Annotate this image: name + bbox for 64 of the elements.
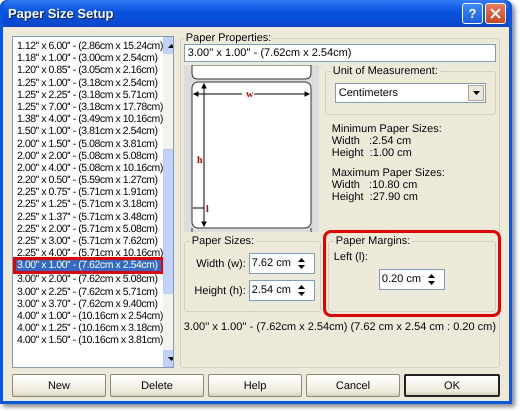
info-line: Height :1.00 cm: [332, 147, 413, 159]
up-arrow-icon: [428, 274, 435, 278]
summary-text: 3.00'' x 1.00'' - (7.62cm x 2.54cm) (7.62 cm x 2.54 cm : 0.20 cm): [184, 320, 496, 333]
up-arrow-icon: [298, 285, 305, 289]
number-field[interactable]: 2.54 cm: [248, 280, 315, 301]
list-item[interactable]: 1.25'' x 1.00'' - (3.18cm x 2.54cm): [16, 76, 163, 89]
info-line: Width :10.80 cm: [332, 179, 418, 191]
list-item[interactable]: 2.25'' x 2.00'' - (5.71cm x 5.08cm): [16, 222, 163, 235]
field-label: Height (h):: [194, 284, 246, 296]
group-title: Paper Sizes:: [190, 235, 256, 247]
dialog-button[interactable]: New: [12, 374, 106, 397]
label-preview-drawing: w h l: [184, 65, 319, 232]
group-title: Paper Margins:: [334, 235, 412, 247]
group-title: Unit of Measurement:: [332, 65, 439, 77]
list-item[interactable]: 1.50'' x 1.00'' - (3.81cm x 2.54cm): [16, 125, 163, 138]
close-button[interactable]: [485, 3, 506, 24]
list-item[interactable]: 2.25'' x 1.37'' - (5.71cm x 3.48cm): [16, 210, 163, 223]
close-icon: [490, 8, 501, 19]
list-item[interactable]: 1.25'' x 7.00'' - (3.18cm x 17.78cm): [16, 100, 163, 114]
list-item[interactable]: 1.18'' x 1.00'' - (3.00cm x 2.54cm): [16, 52, 163, 64]
dialog-button[interactable]: Cancel: [306, 374, 400, 397]
up-arrow-icon: [298, 258, 305, 262]
info-line: Width :2.54 cm: [332, 135, 412, 147]
list-item[interactable]: 3.00'' x 1.00'' - (7.62cm x 2.54cm): [16, 260, 161, 272]
list-item[interactable]: 3.00'' x 2.25'' - (7.62cm x 5.71cm): [16, 286, 163, 298]
up-arrow-icon: [168, 44, 173, 48]
dialog-button[interactable]: OK: [404, 374, 500, 397]
field-label: Left (l):: [334, 251, 369, 263]
down-arrow-icon: [168, 356, 173, 360]
list-item[interactable]: 1.20'' x 0.85'' - (3.05cm x 2.16cm): [16, 64, 163, 77]
list-item[interactable]: 2.00'' x 2.00'' - (5.08cm x 5.08cm): [16, 150, 163, 162]
number-field[interactable]: 0.20 cm: [378, 269, 445, 290]
window-title: Paper Size Setup: [8, 6, 114, 21]
list-item[interactable]: 1.25'' x 2.25'' - (3.18cm x 5.71cm): [16, 88, 163, 101]
info-title: Maximum Paper Sizes:: [332, 167, 446, 179]
group-title: Paper Properties:: [184, 32, 272, 44]
dialog-button[interactable]: Delete: [110, 374, 204, 397]
number-field[interactable]: 7.62 cm: [248, 253, 315, 274]
list-item[interactable]: 2.00'' x 4.00'' - (5.08cm x 10.16cm): [16, 162, 163, 174]
unit-dropdown[interactable]: Centimeters: [334, 83, 486, 103]
list-item[interactable]: 3.00'' x 3.70'' - (7.62cm x 9.40cm): [16, 298, 163, 310]
list-item[interactable]: 2.25'' x 3.00'' - (5.71cm x 7.62cm): [16, 235, 163, 248]
down-arrow-icon: [298, 292, 305, 296]
list-item[interactable]: 1.12'' x 6.00'' - (2.86cm x 15.24cm): [16, 40, 163, 52]
down-arrow-icon: [472, 91, 480, 95]
help-button[interactable]: ?: [462, 3, 483, 24]
dialog-button[interactable]: Help: [208, 374, 302, 397]
list-item[interactable]: 2.25'' x 0.75'' - (5.71cm x 1.91cm): [16, 186, 163, 198]
list-item[interactable]: 1.38'' x 4.00'' - (3.49cm x 10.16cm): [16, 113, 163, 126]
field-label: Width (w):: [196, 258, 246, 270]
info-line: Height :27.90 cm: [332, 191, 419, 203]
list-item[interactable]: 2.20'' x 0.50'' - (5.59cm x 1.27cm): [16, 174, 163, 186]
list-item[interactable]: 4.00'' x 1.50'' - (10.16cm x 3.81cm): [16, 334, 163, 346]
info-title: Minimum Paper Sizes:: [332, 123, 443, 135]
list-item[interactable]: 4.00'' x 1.25'' - (10.16cm x 3.18cm): [16, 322, 163, 334]
list-item[interactable]: 2.25'' x 4.00'' - (5.71cm x 10.16cm): [16, 247, 163, 260]
list-item[interactable]: 2.00'' x 1.50'' - (5.08cm x 3.81cm): [16, 138, 163, 150]
down-arrow-icon: [298, 265, 305, 269]
paper-name-field[interactable]: 3.00'' x 1.00'' - (7.62cm x 2.54cm): [184, 44, 496, 62]
list-item[interactable]: 3.00'' x 2.00'' - (7.62cm x 5.08cm): [16, 273, 163, 286]
dropdown-button[interactable]: [468, 85, 484, 101]
list-item[interactable]: 4.00'' x 1.00'' - (10.16cm x 2.54cm): [16, 310, 163, 322]
down-arrow-icon: [428, 281, 435, 285]
list-item[interactable]: 2.25'' x 1.25'' - (5.71cm x 3.18cm): [16, 198, 163, 211]
